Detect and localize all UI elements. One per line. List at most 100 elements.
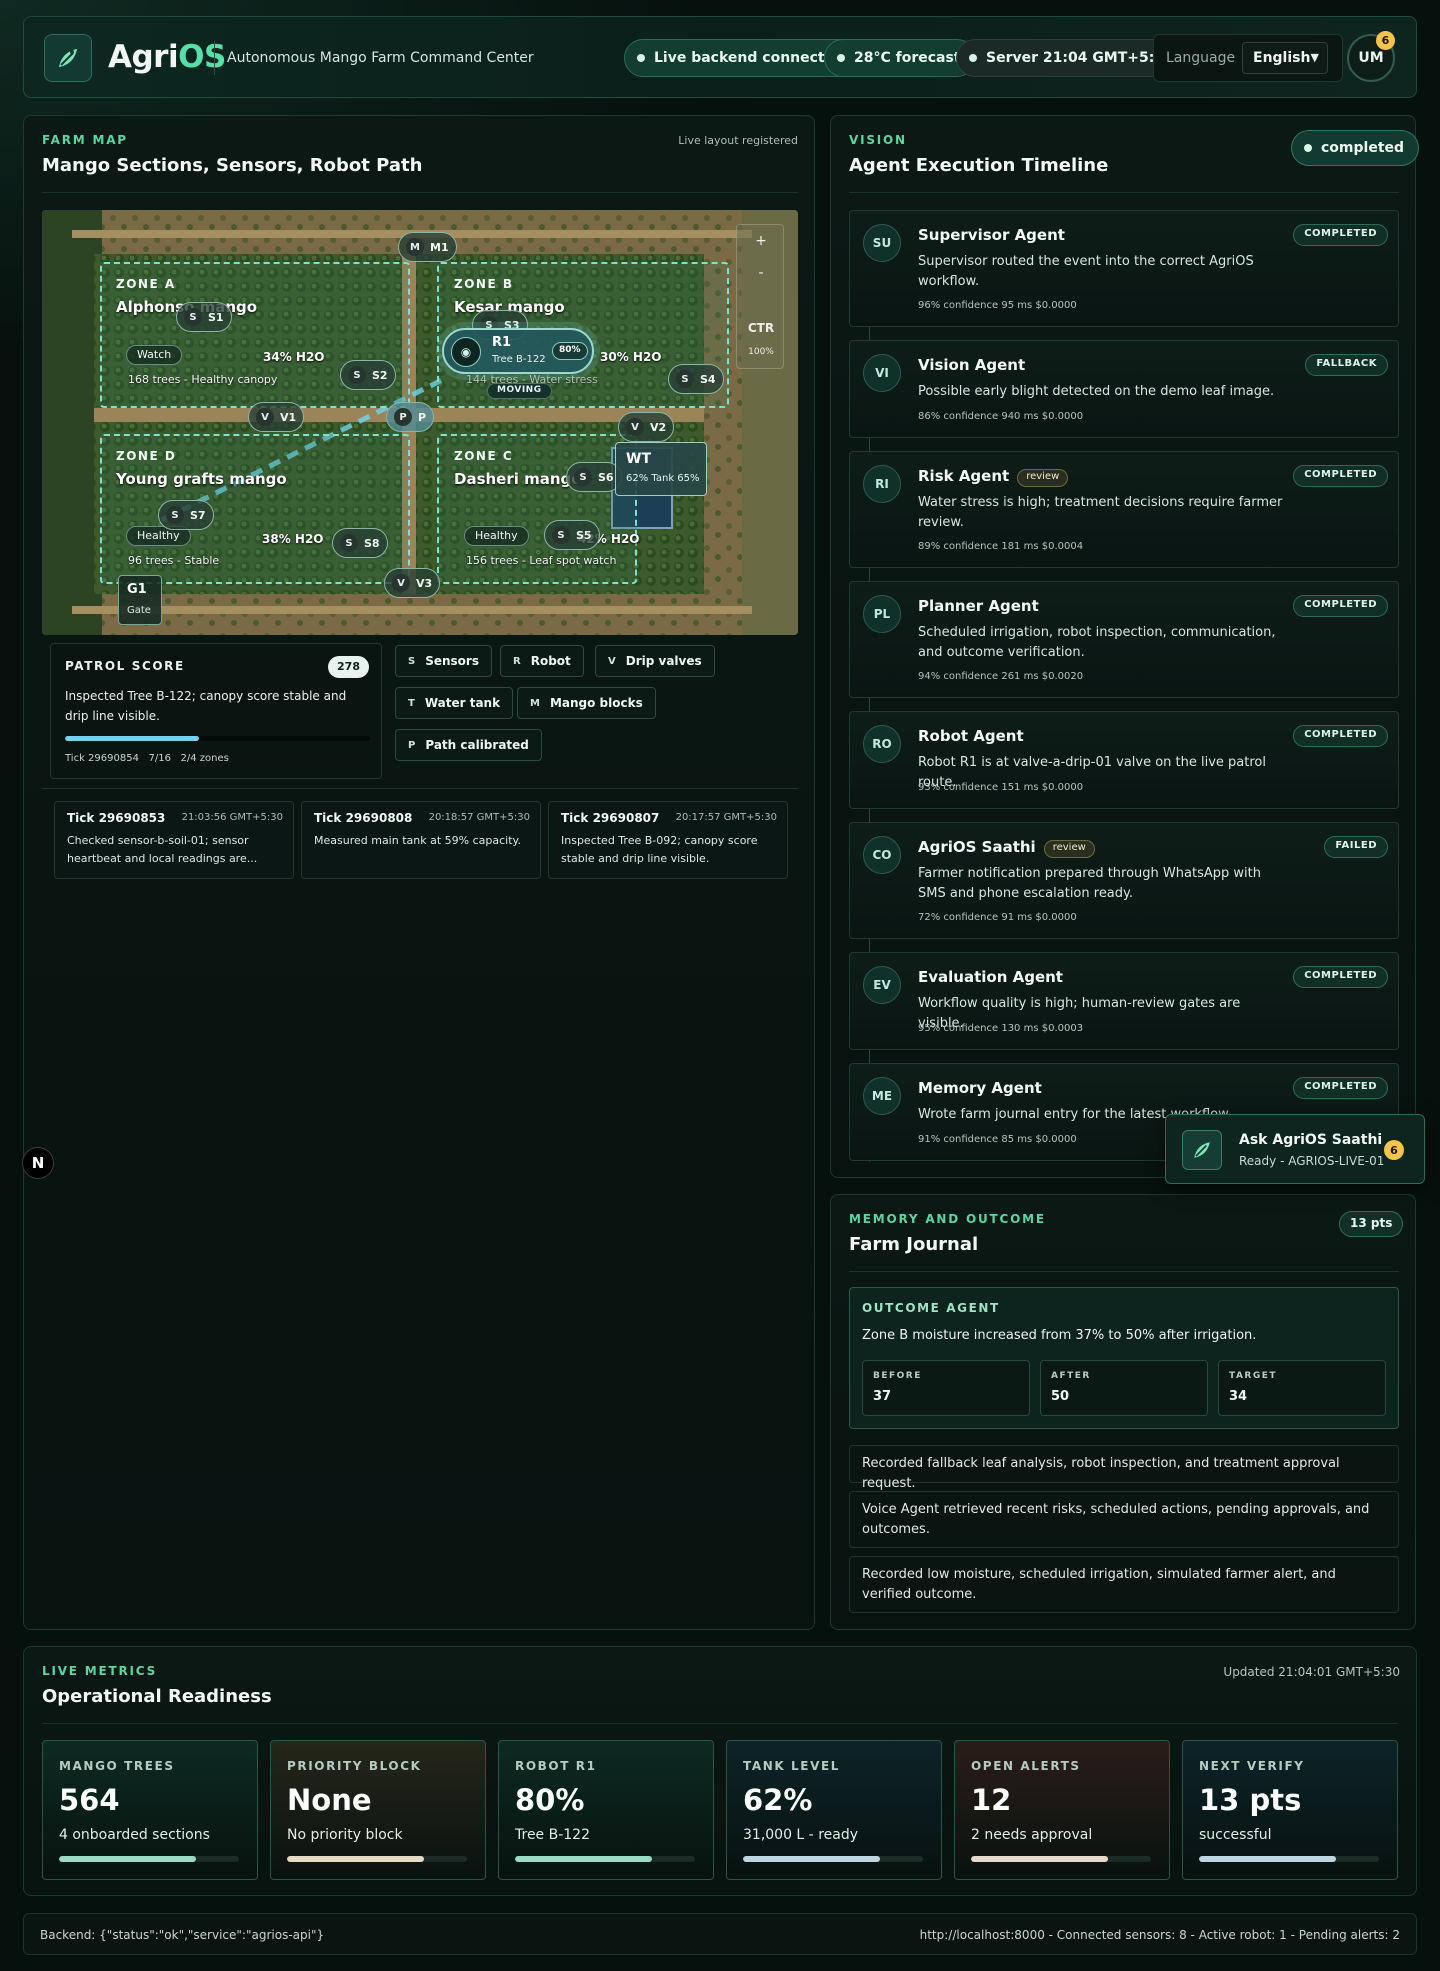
map-node-v3[interactable]: V V3: [384, 568, 441, 598]
patrol-progress-bar: [65, 736, 370, 741]
agrios-logo[interactable]: [44, 34, 92, 82]
zone-c-label: ZONE C: [454, 449, 514, 463]
status-dot-icon: [969, 54, 977, 62]
map-node-s7[interactable]: S S7: [158, 500, 214, 530]
agent-name: Evaluation Agent: [918, 968, 1063, 986]
journal-entry[interactable]: Voice Agent retrieved recent risks, sche…: [849, 1491, 1399, 1548]
zoom-in-button[interactable]: +: [737, 233, 785, 249]
agent-name: Supervisor Agent: [918, 226, 1065, 244]
agent-avatar: RO: [863, 725, 901, 763]
metrics-eyebrow: LIVE METRICS: [42, 1664, 158, 1678]
map-node-s8[interactable]: S S8: [332, 528, 388, 558]
agent-avatar: SU: [863, 224, 901, 262]
map-node-v2[interactable]: V V2: [618, 412, 675, 442]
metric-subtitle: 4 onboarded sections: [59, 1827, 210, 1843]
legend-path-calibrated[interactable]: P Path calibrated: [395, 729, 542, 761]
agent-name: AgriOS Saathi review: [918, 838, 1095, 858]
metric-card-robot-r1[interactable]: ROBOT R1 80% Tree B-122: [498, 1740, 714, 1880]
metric-card-tank-level[interactable]: TANK LEVEL 62% 31,000 L - ready: [726, 1740, 942, 1880]
tick-time: 21:03:56 GMT+5:30: [181, 812, 283, 823]
map-node-v1[interactable]: V V1: [248, 402, 305, 432]
memory-panel: MEMORY AND OUTCOME Farm Journal 13 pts O…: [830, 1194, 1416, 1630]
tick-text: Checked sensor-b-soil-01; sensor heartbe…: [67, 834, 258, 865]
map-node-m1[interactable]: M M1: [398, 232, 457, 262]
tagline: Autonomous Mango Farm Command Center: [227, 50, 534, 66]
farm-map-panel: FARM MAP Mango Sections, Sensors, Robot …: [23, 115, 815, 1630]
agent-card-evaluation[interactable]: EV Evaluation Agent COMPLETED Workflow q…: [849, 952, 1399, 1050]
agent-card-vision[interactable]: VI Vision Agent FALLBACK Possible early …: [849, 340, 1399, 438]
robot-location: Tree B-122: [492, 354, 546, 365]
brand-divider: [214, 41, 215, 75]
memory-header: MEMORY AND OUTCOME Farm Journal: [849, 1212, 1046, 1255]
agent-status-badge: FAILED: [1324, 836, 1388, 858]
vision-header: VISION Agent Execution Timeline: [849, 133, 1108, 176]
agent-status-badge: FALLBACK: [1305, 354, 1388, 376]
tick-card[interactable]: Tick 29690808 20:18:57 GMT+5:30 Measured…: [301, 801, 541, 879]
ask-saathi-button[interactable]: Ask AgriOS Saathi Ready - AGRIOS-LIVE-01…: [1165, 1114, 1425, 1184]
agent-meta: 94% confidence 261 ms $0.0020: [918, 671, 1084, 682]
metric-card-next-verify[interactable]: NEXT VERIFY 13 pts successful: [1182, 1740, 1398, 1880]
metric-progress-fill: [743, 1856, 880, 1862]
metric-progress-fill: [59, 1856, 196, 1862]
legend-robot[interactable]: R Robot: [500, 645, 584, 677]
language-label: Language: [1166, 50, 1236, 66]
robot-r1-marker[interactable]: ◉ R1 Tree B-122 80%: [442, 328, 594, 374]
agent-meta: 95% confidence 130 ms $0.0003: [918, 1023, 1084, 1034]
legend-drip-valves[interactable]: V Drip valves: [595, 645, 715, 677]
legend-mango-blocks[interactable]: M Mango blocks: [517, 687, 656, 719]
water-tank-marker[interactable]: WT 62% Tank 65%: [615, 442, 707, 496]
metric-card-mango-trees[interactable]: MANGO TREES 564 4 onboarded sections: [42, 1740, 258, 1880]
tick-text: Measured main tank at 59% capacity.: [314, 834, 521, 847]
journal-entry[interactable]: Recorded low moisture, scheduled irrigat…: [849, 1556, 1399, 1613]
metric-subtitle: 2 needs approval: [971, 1827, 1093, 1843]
water-tank-id: WT: [626, 451, 651, 467]
tick-card[interactable]: Tick 29690853 21:03:56 GMT+5:30 Checked …: [54, 801, 294, 879]
memory-eyebrow: MEMORY AND OUTCOME: [849, 1212, 1046, 1226]
metric-progress-fill: [971, 1856, 1108, 1862]
gate-marker[interactable]: G1 Gate: [118, 575, 162, 625]
agent-name: Memory Agent: [918, 1079, 1042, 1097]
metric-progress-bar: [743, 1856, 923, 1862]
status-footer: Backend: {"status":"ok","service":"agrio…: [23, 1913, 1417, 1955]
divider: [849, 1271, 1399, 1272]
map-node-s5[interactable]: S S5: [544, 520, 600, 550]
agent-card-planner[interactable]: PL Planner Agent COMPLETED Scheduled irr…: [849, 581, 1399, 698]
metric-label: OPEN ALERTS: [971, 1759, 1081, 1773]
metric-card-priority-block[interactable]: PRIORITY BLOCK None No priority block: [270, 1740, 486, 1880]
brand-name: AgriOS: [108, 39, 226, 75]
agent-avatar: EV: [863, 966, 901, 1004]
connection-summary: http://localhost:8000 - Connected sensor…: [919, 1928, 1400, 1942]
status-dot-icon: [837, 54, 845, 62]
tick-card[interactable]: Tick 29690807 20:17:57 GMT+5:30 Inspecte…: [548, 801, 788, 879]
agent-card-risk[interactable]: RI Risk Agent review COMPLETED Water stre…: [849, 451, 1399, 568]
farm-map[interactable]: ZONE A Alphonso mango Watch 34% H2O 168 …: [42, 210, 798, 635]
metric-progress-bar: [59, 1856, 239, 1862]
map-node-s1[interactable]: S S1: [176, 302, 232, 332]
language-select[interactable]: English ▼: [1242, 42, 1328, 74]
metric-label: NEXT VERIFY: [1199, 1759, 1305, 1773]
outcome-title: OUTCOME AGENT: [862, 1301, 1000, 1315]
agent-card-robot[interactable]: RO Robot Agent COMPLETED Robot R1 is at …: [849, 711, 1399, 809]
review-badge: review: [1017, 469, 1069, 487]
tick-id: Tick 29690807: [561, 811, 660, 825]
map-node-p[interactable]: PP: [386, 402, 435, 432]
patrol-progress-fill: [65, 736, 200, 741]
map-node-s6[interactable]: S S6: [566, 462, 622, 492]
zoom-out-button[interactable]: -: [737, 265, 785, 281]
center-map-button[interactable]: CTR: [737, 321, 785, 335]
metric-label: ROBOT R1: [515, 1759, 597, 1773]
map-node-s4[interactable]: S S4: [668, 364, 724, 394]
journal-entry[interactable]: Recorded fallback leaf analysis, robot i…: [849, 1445, 1399, 1491]
legend-sensors[interactable]: S Sensors: [395, 645, 492, 677]
metric-progress-fill: [515, 1856, 652, 1862]
map-node-s2[interactable]: S S2: [340, 360, 396, 390]
dev-tools-n-icon[interactable]: N: [22, 1147, 54, 1179]
agent-card-saathi[interactable]: CO AgriOS Saathi review FAILED Farmer not…: [849, 822, 1399, 939]
metric-card-open-alerts[interactable]: OPEN ALERTS 12 2 needs approval: [954, 1740, 1170, 1880]
agent-description: Possible early blight detected on the de…: [918, 384, 1275, 399]
legend-water-tank[interactable]: T Water tank: [395, 687, 514, 719]
agent-avatar: VI: [863, 354, 901, 392]
agent-name: Robot Agent: [918, 727, 1024, 745]
metric-progress-fill: [287, 1856, 424, 1862]
agent-card-supervisor[interactable]: SU Supervisor Agent COMPLETED Supervisor…: [849, 210, 1399, 327]
